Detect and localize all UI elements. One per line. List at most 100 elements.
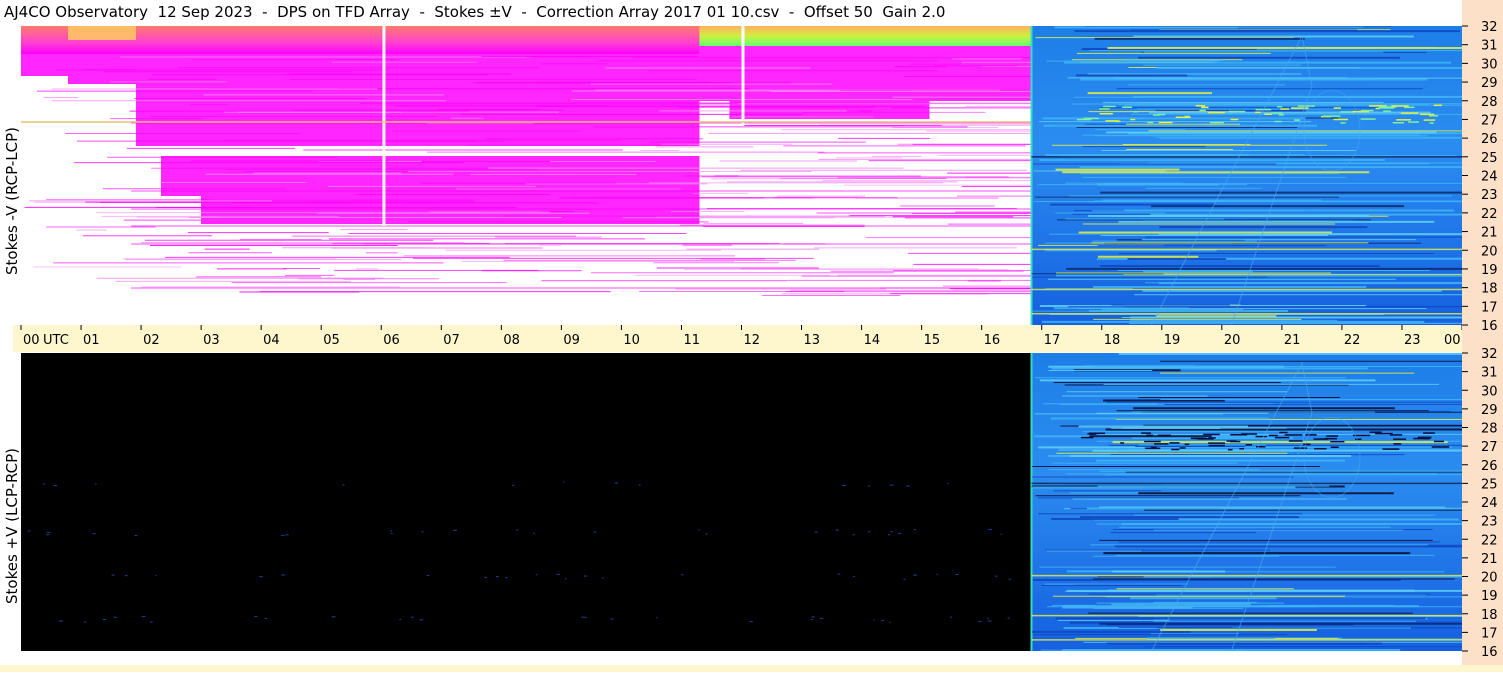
spectrum-burst — [1179, 447, 1186, 449]
faint-signal — [987, 620, 992, 622]
frequency-axis: 32 31 30 29 28 27 26 25 24 23 22 21 20 19 18 17 16 32 31 30… — [1462, 20, 1498, 660]
faint-signal — [868, 531, 871, 533]
freq-tick-label: 21 — [1481, 226, 1498, 241]
faint-signal — [46, 534, 50, 536]
freq-tick-label: 25 — [1481, 477, 1498, 492]
faint-signal — [601, 577, 604, 579]
spectrum-burst — [1340, 111, 1354, 113]
time-tick-label: 00 — [1444, 333, 1461, 348]
spectrum-burst — [1254, 111, 1261, 114]
spectrum-burst — [1274, 120, 1282, 123]
faint-signal — [955, 573, 959, 575]
spectrum-burst — [1132, 110, 1139, 113]
freq-tick-label: 28 — [1481, 422, 1498, 437]
spectrum-burst — [1213, 121, 1221, 124]
time-tick-label: 11 — [683, 333, 700, 348]
faint-signal — [533, 532, 536, 534]
time-tick-label: 21 — [1284, 333, 1301, 348]
spectrum-burst — [1383, 110, 1391, 112]
spectrum-burst — [1313, 438, 1328, 440]
time-tick-label: 01 — [83, 333, 100, 348]
spectrum-burst — [1420, 113, 1435, 116]
spectrum-burst — [1190, 437, 1204, 440]
spectrum-burst — [1340, 122, 1346, 124]
spectrum-burst — [1230, 434, 1248, 436]
spectrogram-bottom — [21, 352, 1462, 652]
spectrum-burst — [1115, 120, 1121, 123]
faint-signal — [852, 534, 855, 536]
spectrum-burst — [1280, 108, 1289, 110]
time-tick-label: 23 — [1404, 333, 1421, 348]
faint-signal — [868, 485, 871, 487]
faint-signal — [610, 618, 614, 620]
faint-signal — [421, 531, 424, 533]
spectrum-burst — [1208, 444, 1225, 447]
faint-signal — [1007, 617, 1010, 619]
time-tick-label: 15 — [924, 333, 941, 348]
freq-tick-label: 24 — [1481, 170, 1498, 185]
time-tick-label: 08 — [503, 333, 520, 348]
magenta-block — [68, 54, 136, 84]
time-tick-label: 13 — [804, 333, 821, 348]
faint-signal — [390, 530, 393, 532]
faint-signal — [897, 532, 902, 534]
faint-signal — [1000, 533, 1003, 535]
freq-tick-label: 20 — [1481, 244, 1498, 259]
time-tick-label: 22 — [1344, 333, 1361, 348]
faint-signal — [810, 619, 813, 621]
spectrum-burst — [1227, 448, 1233, 451]
spectrum-burst — [1392, 121, 1404, 124]
faint-signal — [913, 529, 916, 531]
spectrum-burst — [1276, 105, 1283, 108]
spectrum-burst — [1400, 112, 1419, 114]
faint-signal — [141, 616, 146, 618]
faint-signal — [947, 482, 949, 484]
faint-signal — [835, 529, 839, 531]
time-tick-label: 12 — [744, 333, 761, 348]
freq-tick-label: 29 — [1481, 403, 1498, 418]
spectrum-burst — [1354, 438, 1362, 440]
faint-signal — [913, 574, 918, 576]
faint-signal — [111, 574, 115, 576]
faint-signal — [852, 575, 855, 577]
spectrum-burst — [1288, 440, 1304, 442]
faint-signal — [749, 621, 753, 623]
time-unit-label: UTC — [43, 333, 69, 348]
faint-signal — [842, 485, 846, 487]
y-axis-label-top: Stokes -V (RCP-LCP) — [3, 127, 21, 275]
spectrum-burst — [1076, 118, 1092, 121]
spectrum-burst — [1080, 436, 1094, 439]
spectrum-burst — [1408, 121, 1419, 123]
chart-title: AJ4CO Observatory 12 Sep 2023 - DPS on T… — [4, 3, 946, 21]
faint-signal — [43, 483, 45, 485]
spectrum-burst — [1203, 433, 1220, 436]
spectrum-burst — [1330, 440, 1345, 443]
faint-signal — [512, 484, 515, 486]
freq-tick-label: 20 — [1481, 571, 1498, 586]
time-tick-label: 04 — [263, 333, 280, 348]
data-gap — [382, 26, 386, 226]
freq-tick-label: 18 — [1481, 608, 1498, 623]
time-tick-label: 17 — [1044, 333, 1061, 348]
magenta-block — [699, 46, 1032, 101]
faint-signal — [889, 484, 894, 486]
bottom-border — [0, 665, 1503, 672]
spectrum-burst — [1396, 119, 1412, 121]
spectrum-burst — [1130, 118, 1136, 121]
faint-signal — [453, 529, 457, 531]
faint-signal — [505, 577, 508, 579]
faint-signal — [890, 531, 893, 533]
time-tick-label: 09 — [563, 333, 580, 348]
faint-signal — [583, 575, 588, 577]
spectrum-burst — [1147, 121, 1154, 124]
time-tick-label: 07 — [443, 333, 460, 348]
spectrum-burst — [1122, 106, 1133, 108]
faint-signal — [978, 620, 982, 622]
faint-signal — [95, 483, 97, 485]
spectrum-burst — [1305, 434, 1317, 436]
freq-tick-label: 22 — [1481, 207, 1498, 222]
faint-signal — [46, 531, 51, 533]
freq-tick-label: 21 — [1481, 552, 1498, 567]
faint-signal — [281, 574, 286, 576]
faint-signal — [950, 616, 953, 618]
